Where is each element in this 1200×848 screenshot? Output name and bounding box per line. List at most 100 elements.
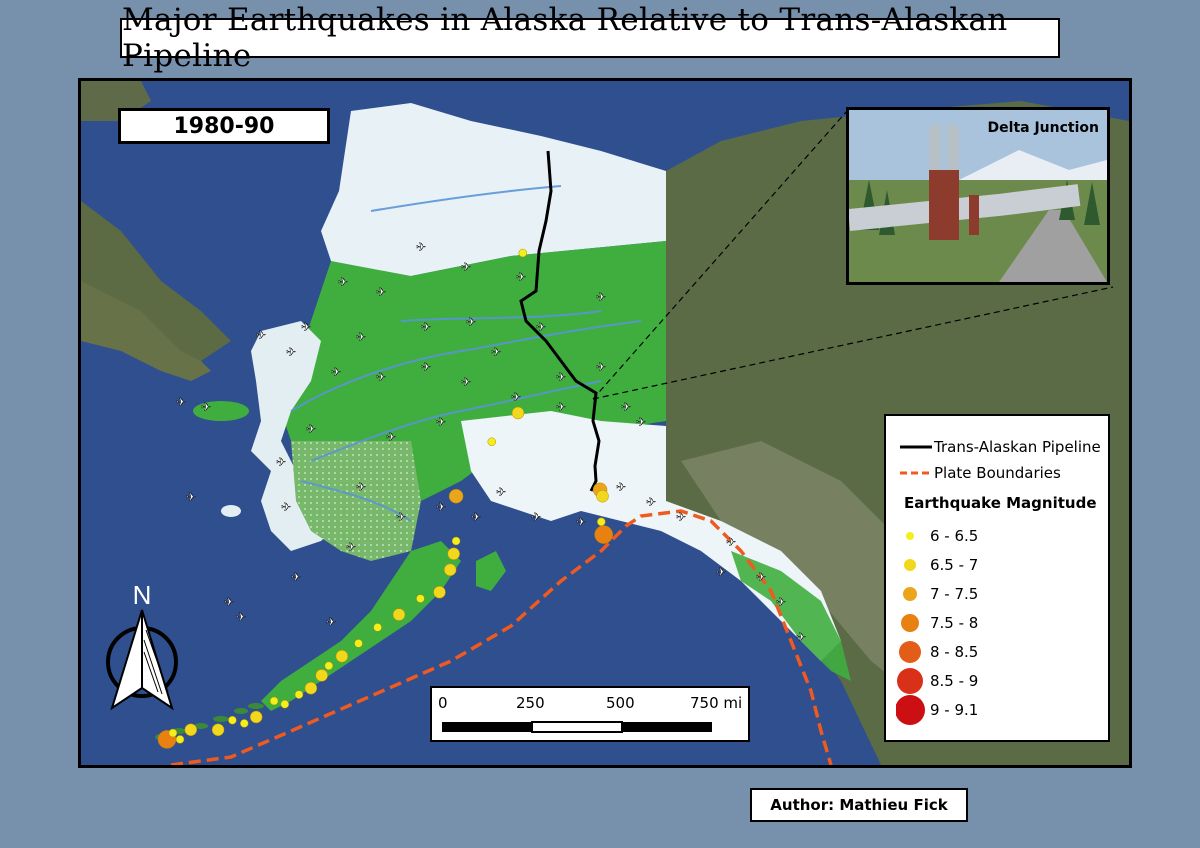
- legend-class-row: 9 - 9.1: [896, 694, 978, 726]
- airport-icon: ✈: [286, 345, 296, 359]
- airport-icon: ✈: [256, 328, 266, 342]
- map-title: Major Earthquakes in Alaska Relative to …: [120, 2, 1060, 74]
- airport-icon: ✈: [471, 510, 481, 524]
- airport-icon: ✈: [276, 455, 286, 469]
- airport-icon: ✈: [496, 485, 506, 499]
- magnitude-symbol-icon: [899, 641, 921, 663]
- airport-icon: ✈: [421, 320, 431, 334]
- magnitude-symbol-icon: [901, 614, 919, 632]
- earthquake-marker: [184, 723, 198, 737]
- airport-icon: ✈: [176, 395, 186, 409]
- airport-icon: ✈: [556, 370, 566, 384]
- earthquake-marker: [269, 696, 279, 706]
- airport-icon: ✈: [291, 570, 301, 584]
- magnitude-symbol-icon: [897, 668, 923, 694]
- legend-class-label: 7.5 - 8: [930, 614, 979, 632]
- earthquake-marker: [597, 517, 606, 527]
- earthquake-marker: [304, 681, 318, 695]
- magnitude-symbol-icon: [903, 587, 917, 601]
- plate-boundary-line-icon: [900, 471, 932, 475]
- earthquake-marker: [443, 563, 457, 577]
- earthquake-marker: [518, 248, 528, 258]
- magnitude-symbol-icon: [904, 559, 916, 571]
- earthquake-marker: [354, 639, 363, 648]
- legend-class-row: 8 - 8.5: [896, 636, 978, 668]
- airport-icon: ✈: [556, 400, 566, 414]
- airport-icon: ✈: [436, 415, 446, 429]
- airport-icon: ✈: [726, 535, 736, 549]
- earthquake-marker: [249, 710, 263, 724]
- airport-icon: ✈: [716, 565, 726, 579]
- legend-pipeline-row: Trans-Alaskan Pipeline: [900, 438, 1101, 456]
- magnitude-symbol-icon: [896, 695, 925, 725]
- earthquake-marker: [315, 669, 328, 682]
- magnitude-symbol-icon: [906, 532, 914, 540]
- earthquake-marker: [373, 623, 382, 632]
- airport-icon: ✈: [461, 375, 471, 389]
- period-label-box: 1980-90: [118, 108, 330, 144]
- earthquake-marker: [240, 719, 249, 728]
- inset-photo: Delta Junction: [846, 107, 1110, 285]
- pipeline-line-icon: [900, 445, 932, 449]
- earthquake-marker: [175, 735, 185, 744]
- legend-class-row: 8.5 - 9: [896, 665, 978, 697]
- earthquake-marker: [451, 536, 461, 546]
- author-text: Author: Mathieu Fick: [770, 796, 948, 814]
- earthquake-marker: [596, 489, 609, 503]
- airport-icon: ✈: [346, 540, 356, 554]
- map-title-text: Major Earthquakes in Alaska Relative to …: [122, 2, 1008, 74]
- airport-icon: ✈: [421, 360, 431, 374]
- legend-class-label: 6.5 - 7: [930, 556, 979, 574]
- airport-icon: ✈: [201, 400, 211, 414]
- earthquake-marker: [324, 661, 334, 671]
- airport-icon: ✈: [281, 500, 291, 514]
- legend-magnitude-heading: Earthquake Magnitude: [904, 494, 1097, 512]
- scale-bar: 0 250 500 750 mi: [430, 686, 750, 742]
- airport-icon: ✈: [796, 630, 806, 644]
- legend-class-label: 7 - 7.5: [930, 585, 979, 603]
- airport-icon: ✈: [491, 345, 501, 359]
- map-legend: Trans-Alaskan Pipeline Plate Boundaries …: [884, 414, 1110, 742]
- period-label: 1980-90: [173, 113, 275, 139]
- earthquake-marker: [228, 715, 237, 725]
- earthquake-marker: [416, 594, 425, 603]
- earthquake-marker: [335, 649, 349, 663]
- north-arrow: N: [96, 580, 190, 720]
- airport-icon: ✈: [621, 400, 631, 414]
- airport-icon: ✈: [396, 510, 406, 524]
- airport-icon: ✈: [224, 595, 234, 609]
- airport-icon: ✈: [331, 365, 341, 379]
- airport-icon: ✈: [776, 595, 786, 609]
- author-credit: Author: Mathieu Fick: [750, 788, 968, 822]
- airport-icon: ✈: [596, 360, 606, 374]
- legend-class-label: 8.5 - 9: [930, 672, 979, 690]
- scale-tick-750: 750 mi: [690, 694, 743, 712]
- earthquake-marker: [294, 690, 304, 699]
- scale-bar-graphic: [442, 721, 712, 733]
- earthquake-marker: [487, 437, 497, 447]
- airport-icon: ✈: [376, 370, 386, 384]
- earthquake-marker: [211, 723, 225, 737]
- airport-icon: ✈: [636, 415, 646, 429]
- airport-icon: ✈: [461, 260, 471, 274]
- legend-class-row: 6.5 - 7: [896, 549, 978, 581]
- scale-tick-250: 250: [516, 694, 545, 712]
- airport-icon: ✈: [236, 610, 246, 624]
- airport-icon: ✈: [306, 422, 316, 436]
- airport-icon: ✈: [756, 570, 766, 584]
- airport-icon: ✈: [301, 320, 311, 334]
- earthquake-marker: [594, 525, 613, 544]
- earthquake-marker: [280, 699, 290, 709]
- legend-pipeline-label: Trans-Alaskan Pipeline: [934, 438, 1101, 456]
- airport-icon: ✈: [616, 480, 626, 494]
- airport-icon: ✈: [531, 510, 541, 524]
- airport-icon: ✈: [416, 240, 426, 254]
- legend-class-row: 7 - 7.5: [896, 578, 978, 610]
- north-arrow-icon: N: [106, 580, 178, 711]
- earthquake-marker: [447, 547, 460, 561]
- airport-icon: ✈: [338, 275, 348, 289]
- legend-plate-label: Plate Boundaries: [934, 464, 1061, 482]
- legend-class-label: 6 - 6.5: [930, 527, 979, 545]
- airport-icon: ✈: [436, 500, 446, 514]
- airport-icon: ✈: [536, 320, 546, 334]
